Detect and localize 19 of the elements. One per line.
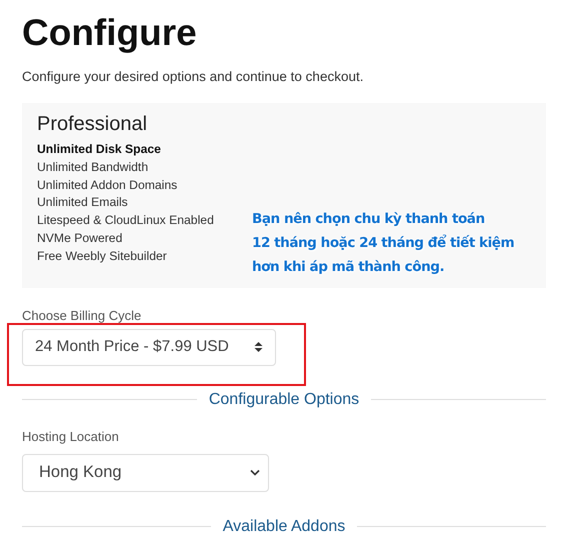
plan-feature: Free Weebly Sitebuilder	[37, 248, 167, 265]
plan-feature: NVMe Powered	[37, 230, 122, 247]
plan-feature: Unlimited Bandwidth	[37, 158, 148, 176]
chevron-down-icon	[250, 469, 260, 476]
page-subtitle: Configure your desired options and continue to checkout.	[22, 68, 364, 86]
field-label: Choose Billing Cycle	[22, 308, 142, 324]
plan-name: Professional	[37, 112, 148, 137]
plan-feature: Unlimited Addon Domains	[37, 176, 178, 194]
plan-feature: Unlimited Disk Space	[37, 141, 161, 158]
section-heading: Configurable Options	[208, 390, 360, 409]
annotation-note: Bạn nên chọn chu kỳ thanh toán 12 tháng hoặc 24 tháng để tiết kiệm hơn khi áp mã thành công.	[252, 210, 514, 277]
billing-cycle-select[interactable]: 24 Month Price - $7.99 USD	[22, 328, 276, 366]
field-label: Hosting Location	[22, 428, 120, 445]
sort-arrows-icon	[254, 341, 263, 354]
page-title: Configure	[22, 11, 198, 54]
location-select[interactable]: Hong Kong	[22, 454, 269, 492]
plan-feature: Unlimited Emails	[37, 194, 128, 212]
section-heading: Available Addons	[222, 518, 346, 536]
plan-feature: Litespeed & CloudLinux Enabled	[37, 212, 214, 230]
